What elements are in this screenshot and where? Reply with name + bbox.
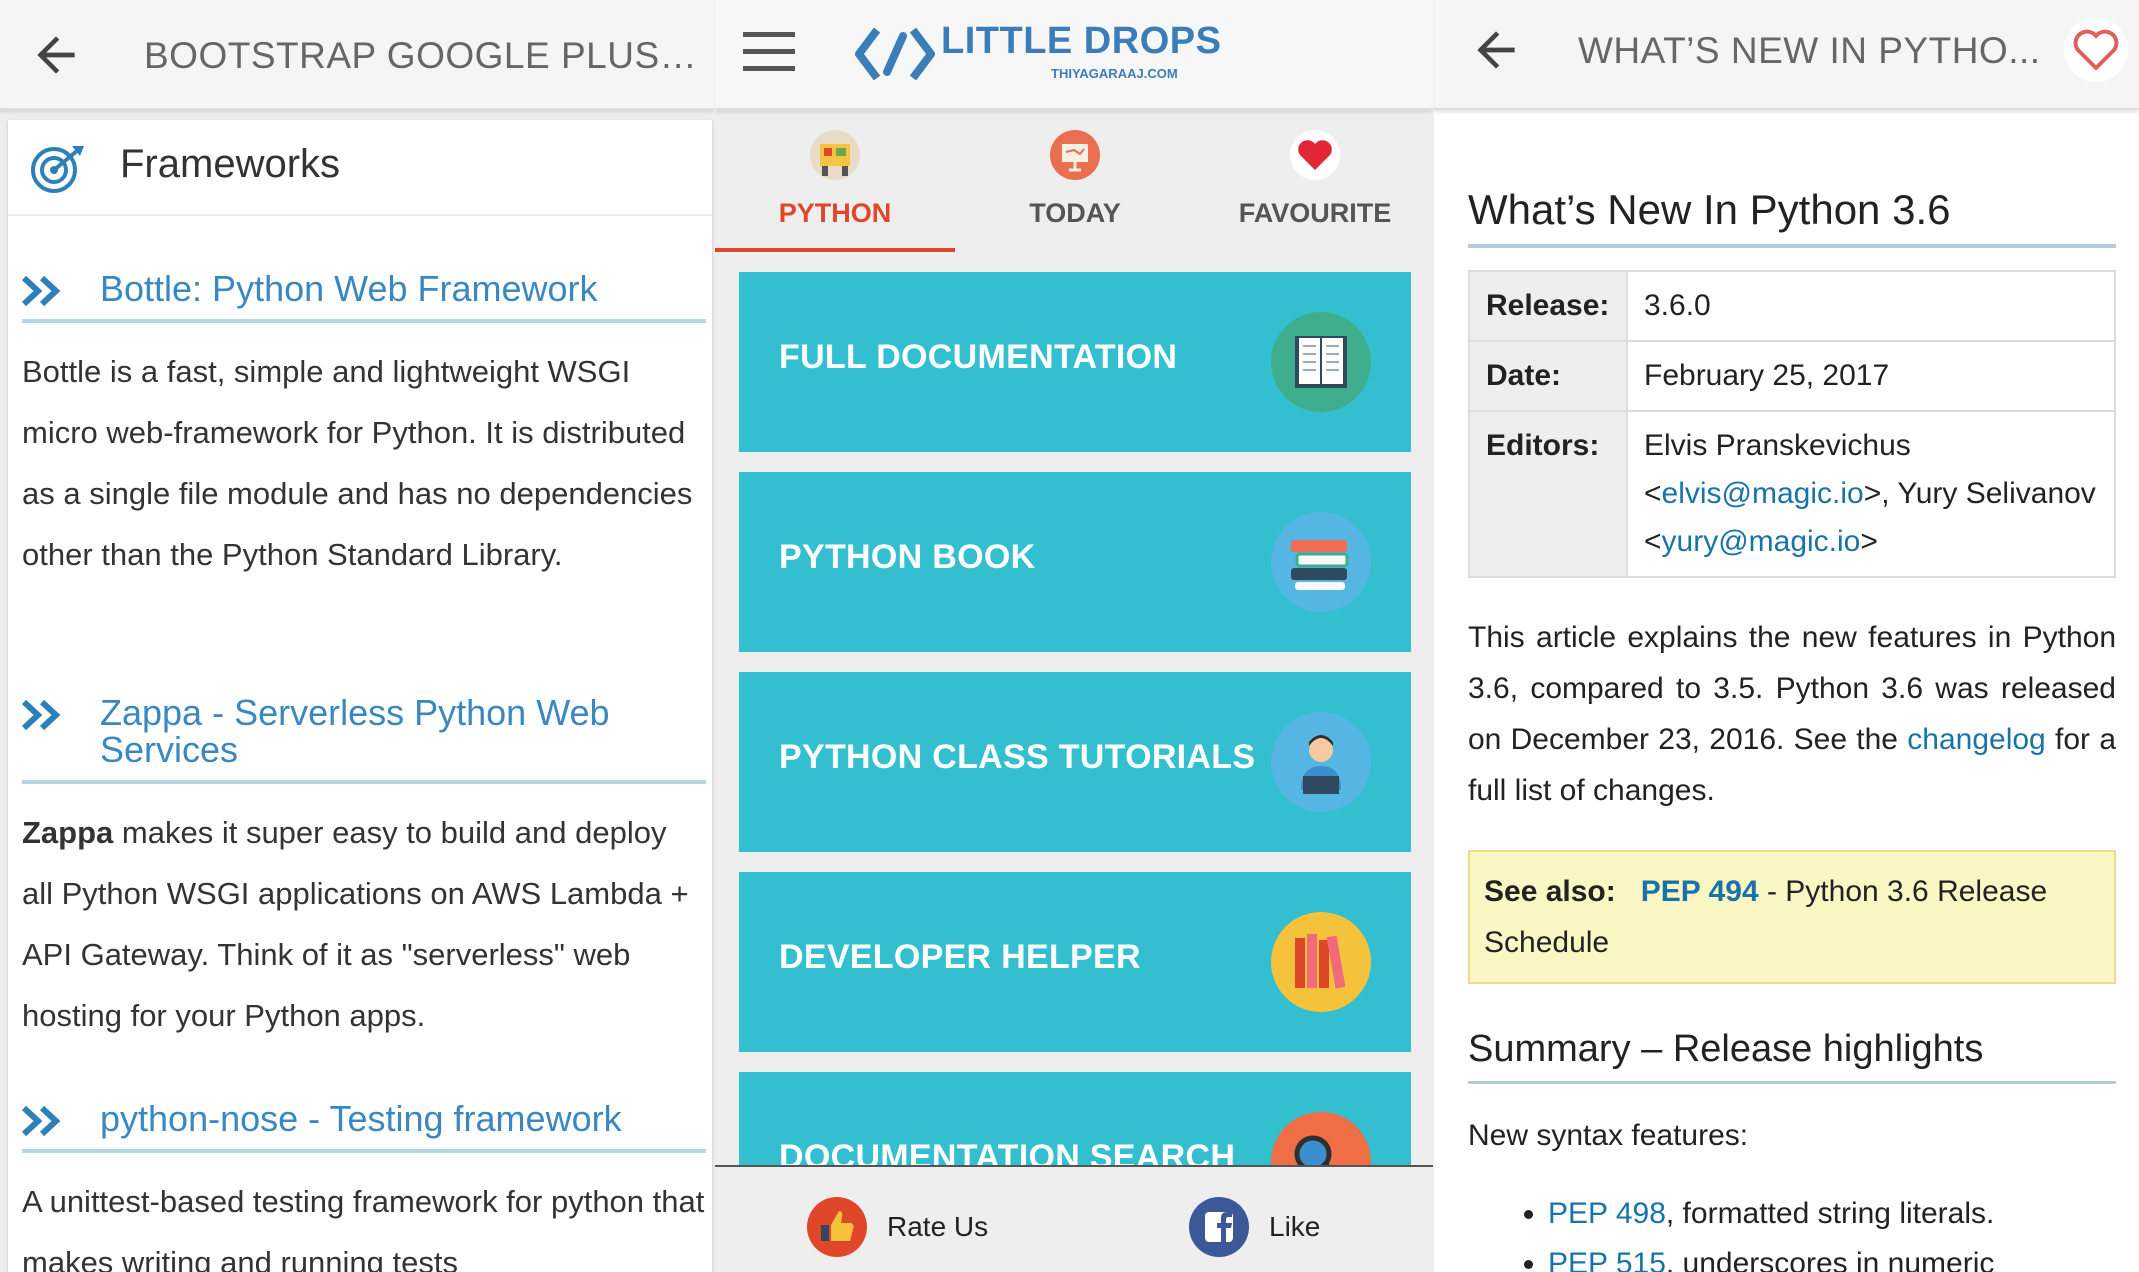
section-text: Zappa makes it super easy to build and d…	[22, 802, 706, 1046]
middle-app-bar: LITTLE DROPS THIYAGARAAJ.COM	[715, 0, 1433, 110]
right-panel: WHAT’S NEW IN PYTHO... What’s New In Pyt…	[1434, 0, 2139, 1272]
tab-today[interactable]: TODAY	[955, 110, 1195, 252]
hamburger-menu-icon[interactable]	[743, 30, 795, 74]
back-arrow-icon[interactable]	[28, 27, 84, 83]
list-item-text: , formatted string literals.	[1665, 1197, 1995, 1230]
like-label: Like	[1269, 1211, 1321, 1242]
section-text: A unittest-based testing framework for p…	[22, 1184, 705, 1272]
double-chevron-icon	[22, 1106, 61, 1136]
bookshelf-icon	[1271, 912, 1371, 1012]
summary-heading: Summary – Release highlights	[1468, 1028, 2116, 1084]
right-app-bar: WHAT’S NEW IN PYTHO...	[1434, 0, 2139, 110]
double-chevron-icon	[22, 700, 61, 730]
list-item: PEP 515, underscores in numeric	[1548, 1241, 2116, 1272]
stacked-books-icon	[1271, 512, 1371, 612]
tab-python[interactable]: PYTHON	[715, 110, 955, 252]
meta-key: Release:	[1468, 270, 1628, 342]
pep-link[interactable]: PEP 515	[1548, 1247, 1666, 1272]
tile-python-book[interactable]: PYTHON BOOK	[739, 472, 1411, 652]
changelog-link[interactable]: changelog	[1907, 723, 2045, 756]
tab-bar: PYTHON TODAY FAVOURITE	[715, 110, 1433, 252]
tile-label: FULL DOCUMENTATION	[779, 338, 1178, 376]
meta-value: February 25, 2017	[1626, 340, 2116, 412]
target-icon	[31, 146, 84, 193]
thumbs-up-icon	[807, 1197, 867, 1257]
tile-python-class-tutorials[interactable]: PYTHON CLASS TUTORIALS	[739, 672, 1411, 852]
list-item-text: , underscores in numeric	[1665, 1247, 1995, 1272]
doc-content: What’s New In Python 3.6 Release: 3.6.0 …	[1468, 110, 2116, 1272]
pep-link[interactable]: PEP 498	[1548, 1197, 1666, 1230]
teacher-icon	[1271, 712, 1371, 812]
tile-label: DEVELOPER HELPER	[779, 938, 1141, 976]
tile-label: PYTHON BOOK	[779, 538, 1036, 576]
section-text-body: makes it super easy to build and deploy …	[22, 815, 689, 1033]
heart-tab-icon	[1290, 130, 1340, 180]
tile-label: PYTHON CLASS TUTORIALS	[779, 738, 1256, 776]
section-title-row[interactable]: Bottle: Python Web Framework	[22, 270, 706, 323]
left-panel: BOOTSTRAP GOOGLE PLUS T... Frameworks Bo…	[0, 0, 714, 1272]
tab-label: FAVOURITE	[1238, 198, 1392, 228]
doc-heading: What’s New In Python 3.6	[1468, 186, 2116, 248]
right-page-title: WHAT’S NEW IN PYTHO...	[1578, 30, 2041, 71]
tab-label: PYTHON	[778, 198, 892, 228]
card-header: Frameworks	[8, 120, 712, 216]
heart-outline-icon[interactable]	[2064, 18, 2128, 82]
frameworks-card: Frameworks Bottle: Python Web Framework …	[8, 120, 712, 1272]
section-zappa: Zappa - Serverless Python Web Services Z…	[22, 694, 706, 1046]
meta-value: 3.6.0	[1626, 270, 2116, 342]
meta-key: Editors:	[1468, 410, 1628, 578]
meta-value: Elvis Pranskevichus <elvis@magic.io>, Yu…	[1626, 410, 2116, 578]
bold-term: Zappa	[22, 815, 114, 850]
meta-row-date: Date: February 25, 2017	[1468, 340, 2116, 412]
meta-table: Release: 3.6.0 Date: February 25, 2017 E…	[1468, 270, 2116, 578]
section-title[interactable]: python-nose - Testing framework	[100, 1100, 622, 1137]
facebook-icon	[1189, 1197, 1249, 1257]
section-title[interactable]: Zappa - Serverless Python Web Services	[100, 694, 706, 768]
like-button[interactable]: Like	[1189, 1197, 1320, 1257]
meta-row-release: Release: 3.6.0	[1468, 270, 2116, 342]
editor-email-link[interactable]: elvis@magic.io	[1662, 477, 1864, 510]
list-item: PEP 498, formatted string literals.	[1548, 1191, 2116, 1237]
meta-row-editors: Editors: Elvis Pranskevichus <elvis@magi…	[1468, 410, 2116, 578]
section-bottle: Bottle: Python Web Framework Bottle is a…	[22, 270, 706, 585]
intro-paragraph: This article explains the new features i…	[1468, 612, 2116, 816]
section-nose: python-nose - Testing framework A unitte…	[22, 1100, 706, 1272]
presentation-icon	[1050, 130, 1100, 180]
highlights-list: PEP 498, formatted string literals. PEP …	[1548, 1191, 2116, 1272]
python-tab-icon	[810, 130, 860, 180]
logo-text: LITTLE DROPS	[941, 20, 1222, 62]
see-also-box: See also: PEP 494 - Python 3.6 Release S…	[1468, 850, 2116, 984]
editor-text: >	[1860, 525, 1878, 558]
section-title-row[interactable]: Zappa - Serverless Python Web Services	[22, 694, 706, 784]
tile-full-documentation[interactable]: FULL DOCUMENTATION	[739, 272, 1411, 452]
logo-subtext: THIYAGARAAJ.COM	[1051, 66, 1178, 81]
tab-favourite[interactable]: FAVOURITE	[1195, 110, 1433, 252]
card-title: Frameworks	[120, 142, 341, 186]
bottom-action-bar: Rate Us Like	[715, 1165, 1433, 1272]
section-title-row[interactable]: python-nose - Testing framework	[22, 1100, 706, 1153]
back-arrow-icon[interactable]	[1468, 22, 1524, 78]
rate-us-button[interactable]: Rate Us	[807, 1197, 988, 1257]
see-also-label: See also:	[1484, 875, 1616, 908]
double-chevron-icon	[22, 276, 61, 306]
section-text: Bottle is a fast, simple and lightweight…	[22, 354, 693, 572]
editor-email-link[interactable]: yury@magic.io	[1662, 525, 1861, 558]
pep-494-link[interactable]: PEP 494	[1641, 875, 1759, 908]
code-logo-icon	[855, 27, 935, 81]
left-app-bar: BOOTSTRAP GOOGLE PLUS T...	[0, 0, 714, 110]
meta-key: Date:	[1468, 340, 1628, 412]
tab-label: TODAY	[1029, 198, 1121, 228]
section-title[interactable]: Bottle: Python Web Framework	[100, 270, 598, 307]
tile-developer-helper[interactable]: DEVELOPER HELPER	[739, 872, 1411, 1052]
open-book-icon	[1271, 312, 1371, 412]
rate-us-label: Rate Us	[887, 1211, 989, 1242]
new-syntax-label: New syntax features:	[1468, 1119, 1749, 1152]
left-page-title: BOOTSTRAP GOOGLE PLUS T...	[144, 35, 704, 76]
middle-panel: LITTLE DROPS THIYAGARAAJ.COM PYTHON TODA…	[715, 0, 1433, 1272]
